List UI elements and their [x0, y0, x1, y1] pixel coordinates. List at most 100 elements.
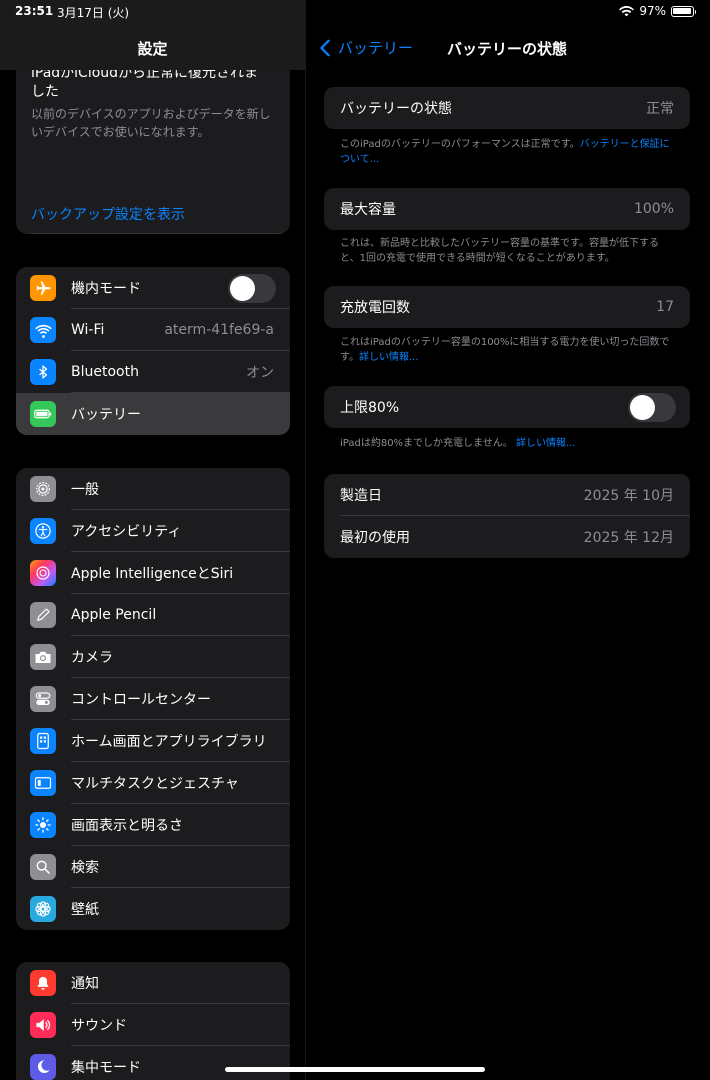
status-time: 23:51 — [15, 4, 54, 18]
sidebar-item-camera[interactable]: カメラ — [16, 636, 290, 678]
max-capacity-card: 最大容量 100% — [324, 188, 690, 230]
first-use-row: 最初の使用 2025 年 12月 — [324, 516, 690, 558]
row-label: 最大容量 — [340, 202, 396, 218]
sidebar-item-label: 壁紙 — [71, 902, 99, 918]
airplane-mode-toggle[interactable] — [228, 273, 276, 303]
backup-restored-card: iPadがiCloudから正常に復元されました 以前のデバイスのアプリおよびデー… — [16, 42, 290, 234]
toggle-knob — [630, 394, 655, 420]
pencil-icon — [30, 602, 56, 628]
wifi-network-name: aterm-41fe69-a — [164, 322, 274, 338]
manufacture-date-value: 2025 年 10月 — [583, 488, 674, 504]
manufacture-date-row: 製造日 2025 年 10月 — [324, 474, 690, 516]
charge-limit-card: 上限80% — [324, 386, 690, 428]
battery-percentage: 97% — [639, 4, 666, 18]
sidebar-item-label: カメラ — [71, 650, 113, 666]
battery-icon — [671, 5, 696, 17]
sidebar-item-label: Apple IntelligenceとSiri — [71, 566, 234, 582]
search-icon — [30, 854, 56, 880]
control-center-icon — [30, 686, 56, 712]
sidebar-item-control-center[interactable]: コントロールセンター — [16, 678, 290, 720]
sidebar-item-label: 検索 — [71, 860, 99, 876]
chevron-left-icon — [320, 39, 330, 56]
max-capacity-row: 最大容量 100% — [324, 188, 690, 230]
note-text: このiPadのバッテリーのパフォーマンスは正常です。 — [340, 139, 580, 150]
toggle-knob — [230, 275, 255, 301]
sidebar-item-apple-intelligence-siri[interactable]: Apple IntelligenceとSiri — [16, 552, 290, 594]
backup-description: 以前のデバイスのアプリおよびデータを新しいデバイスでお使いになれます。 — [31, 107, 271, 139]
battery-health-note: このiPadのバッテリーのパフォーマンスは正常です。バッテリーと保証について..… — [340, 137, 675, 167]
sidebar-item-general[interactable]: 一般 — [16, 468, 290, 510]
row-label: 充放電回数 — [340, 300, 410, 316]
apple-intelligence-icon — [30, 560, 56, 586]
wallpaper-icon — [30, 896, 56, 922]
charge-limit-toggle[interactable] — [628, 392, 676, 422]
bell-icon — [30, 970, 56, 996]
charge-limit-row: 上限80% — [324, 386, 690, 428]
settings-sidebar: 設定 iPadがiCloudから正常に復元されました 以前のデバイスのアプリおよ… — [0, 0, 305, 1080]
sidebar-item-wallpaper[interactable]: 壁紙 — [16, 888, 290, 930]
sidebar-item-wifi[interactable]: Wi-Fi aterm-41fe69-a — [16, 309, 290, 351]
max-capacity-value: 100% — [633, 201, 674, 217]
wifi-icon — [619, 5, 635, 16]
home-screen-icon — [30, 728, 56, 754]
row-label: バッテリーの状態 — [340, 101, 452, 117]
sidebar-title: 設定 — [137, 40, 168, 58]
show-backup-settings-link[interactable]: バックアップ設定を表示 — [31, 204, 185, 224]
sidebar-item-label: 画面表示と明るさ — [71, 818, 183, 834]
note-text: iPadは約80%までしか充電しません。 — [340, 438, 513, 449]
sidebar-item-label: 通知 — [71, 976, 99, 992]
battery-icon — [30, 401, 56, 427]
cycle-count-value: 17 — [656, 299, 674, 315]
sidebar-item-label: Apple Pencil — [71, 607, 157, 623]
sidebar-item-notifications[interactable]: 通知 — [16, 962, 290, 1004]
speaker-icon — [30, 1012, 56, 1038]
sidebar-item-label: バッテリー — [71, 407, 141, 423]
status-bar: 23:51 3月17日 (火) 97% — [0, 0, 710, 24]
battery-health-row: バッテリーの状態 正常 — [324, 87, 690, 129]
sidebar-item-search[interactable]: 検索 — [16, 846, 290, 888]
battery-health-value: 正常 — [646, 101, 674, 117]
row-label: 上限80% — [340, 400, 400, 416]
sidebar-item-display-brightness[interactable]: 画面表示と明るさ — [16, 804, 290, 846]
learn-more-link[interactable]: 詳しい情報... — [516, 438, 576, 449]
sidebar-item-label: マルチタスクとジェスチャ — [71, 776, 239, 792]
sidebar-item-home-screen[interactable]: ホーム画面とアプリライブラリ — [16, 720, 290, 762]
brightness-icon — [30, 812, 56, 838]
charge-limit-note: iPadは約80%までしか充電しません。 詳しい情報... — [340, 436, 675, 451]
sidebar-item-focus[interactable]: 集中モード — [16, 1046, 290, 1080]
back-button-label: バッテリー — [338, 39, 414, 57]
first-use-value: 2025 年 12月 — [583, 530, 674, 546]
connectivity-group: 機内モード Wi-Fi aterm-41fe69-a Bluetooth オン … — [16, 267, 290, 435]
sidebar-item-label: 機内モード — [71, 281, 141, 297]
cycle-count-card: 充放電回数 17 — [324, 286, 690, 328]
sidebar-item-label: Wi-Fi — [71, 322, 105, 338]
sidebar-item-label: コントロールセンター — [71, 692, 211, 708]
sidebar-item-label: Bluetooth — [71, 364, 139, 380]
bluetooth-status: オン — [246, 365, 274, 381]
row-label: 製造日 — [340, 488, 382, 504]
sidebar-item-multitasking[interactable]: マルチタスクとジェスチャ — [16, 762, 290, 804]
notifications-group: 通知 サウンド 集中モード — [16, 962, 290, 1080]
battery-info-card: 製造日 2025 年 10月 最初の使用 2025 年 12月 — [324, 474, 690, 558]
back-button[interactable]: バッテリー — [318, 37, 413, 58]
sidebar-item-label: 集中モード — [71, 1060, 141, 1076]
sidebar-item-sounds[interactable]: サウンド — [16, 1004, 290, 1046]
sidebar-item-bluetooth[interactable]: Bluetooth オン — [16, 351, 290, 393]
sidebar-item-battery[interactable]: バッテリー — [16, 393, 290, 435]
learn-more-link[interactable]: 詳しい情報... — [359, 352, 419, 363]
sidebar-item-apple-pencil[interactable]: Apple Pencil — [16, 594, 290, 636]
home-indicator[interactable] — [225, 1067, 485, 1072]
sidebar-item-airplane-mode[interactable]: 機内モード — [16, 267, 290, 309]
moon-icon — [30, 1054, 56, 1080]
status-date: 3月17日 (火) — [57, 6, 130, 20]
detail-nav-bar: バッテリー バッテリーの状態 — [306, 24, 710, 70]
sidebar-item-accessibility[interactable]: アクセシビリティ — [16, 510, 290, 552]
split-view-divider — [305, 0, 306, 1080]
status-indicators: 97% — [619, 4, 696, 18]
battery-health-card: バッテリーの状態 正常 — [324, 87, 690, 129]
max-capacity-note: これは、新品時と比較したバッテリー容量の基準です。容量が低下すると、1回の充電で… — [340, 238, 659, 264]
sidebar-item-label: アクセシビリティ — [71, 524, 182, 540]
bluetooth-icon — [30, 359, 56, 385]
cycle-count-row: 充放電回数 17 — [324, 286, 690, 328]
cycle-count-note: これはiPadのバッテリー容量の100%に相当する電力を使い切った回数です。詳し… — [340, 335, 675, 365]
